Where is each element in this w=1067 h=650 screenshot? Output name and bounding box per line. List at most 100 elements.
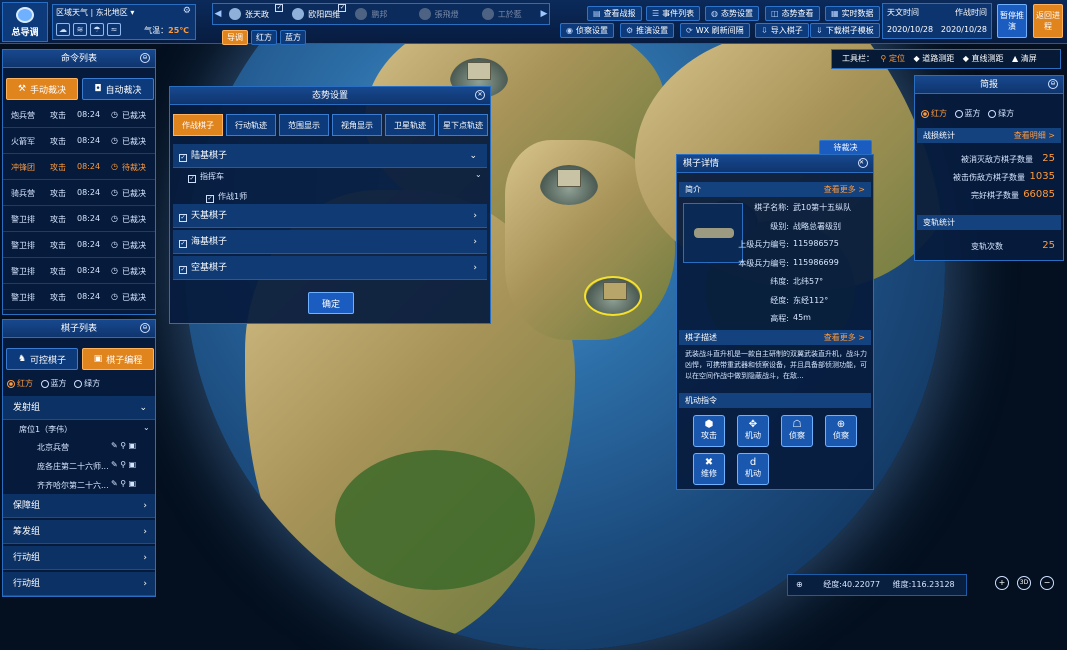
radio-green[interactable]: 绿方: [988, 108, 1014, 119]
rain-icon[interactable]: ☂: [90, 23, 104, 36]
zoom-out-icon[interactable]: −: [1040, 576, 1054, 590]
command-row[interactable]: 火箭军 攻击 08:24 ◷ 已裁决: [3, 128, 155, 154]
tab-combat-pieces[interactable]: 作战棋子: [173, 114, 223, 136]
radio-green[interactable]: 绿方: [74, 378, 100, 389]
checkbox[interactable]: ✓: [179, 266, 187, 274]
back-button[interactable]: 返回进程: [1033, 4, 1063, 38]
order-recon-button[interactable]: ☖ 侦察: [781, 415, 813, 447]
report-button[interactable]: ▤ 查看战报: [587, 6, 642, 21]
event-list-button[interactable]: ☰ 事件列表: [646, 6, 701, 21]
checkbox[interactable]: ✓: [206, 195, 214, 203]
chevron-right-icon[interactable]: ▶: [539, 9, 549, 19]
cloud-icon[interactable]: ☁: [56, 23, 70, 36]
tab-piece-programming[interactable]: ▣ 棋子编程: [82, 348, 154, 370]
3d-toggle-icon[interactable]: 3D: [1017, 576, 1031, 590]
player-item[interactable]: 張飛燈: [413, 4, 476, 24]
radio-blue[interactable]: 蓝方: [40, 378, 67, 389]
deduction-settings-button[interactable]: ⚙ 推演设置: [620, 23, 675, 38]
situation-settings-button[interactable]: ◍ 态势设置: [705, 6, 759, 21]
piece-action-icons[interactable]: ✎ ⚲ ▣: [111, 441, 136, 450]
download-template-button[interactable]: ⇓ 下载棋子模板: [810, 23, 880, 38]
tab-satellite-track[interactable]: 卫星轨迹: [385, 114, 435, 136]
player-item[interactable]: 鹏邦: [349, 4, 412, 24]
piece-action-icons[interactable]: ✎ ⚲ ▣: [111, 479, 136, 488]
crosshair-icon[interactable]: ⊕: [796, 580, 803, 589]
order-move-button[interactable]: ✥ 机动: [737, 415, 769, 447]
order-recon-button[interactable]: ⊕ 侦察: [825, 415, 857, 447]
group-launch[interactable]: 发射组 ⌄: [3, 396, 155, 420]
tab-range-display[interactable]: 范围显示: [279, 114, 329, 136]
group-prepare[interactable]: 筹发组 ›: [3, 520, 155, 544]
confirm-button[interactable]: 确定: [308, 292, 354, 314]
order-attack-button[interactable]: ⬢ 攻击: [693, 415, 725, 447]
tab-view-display[interactable]: 视角显示: [332, 114, 382, 136]
row-sea-pieces[interactable]: ✓ 海基棋子 ›: [173, 230, 487, 254]
tab-blue[interactable]: 蓝方: [280, 30, 306, 45]
situation-view-button[interactable]: ◫ 态势查看: [765, 6, 820, 21]
checkbox[interactable]: ✓: [188, 175, 196, 183]
group-action[interactable]: 行动组 ›: [3, 546, 155, 570]
chevron-down-icon[interactable]: ⌄: [143, 423, 150, 432]
line-measure-tool[interactable]: ◆ 直线测距: [963, 54, 1004, 63]
selected-helicopter-marker[interactable]: [584, 276, 642, 316]
close-icon[interactable]: ⊖: [140, 323, 150, 333]
radio-red[interactable]: 红方: [7, 378, 33, 389]
gear-icon[interactable]: ⚙: [183, 6, 191, 16]
recon-settings-button[interactable]: ◉ 侦察设置: [560, 23, 614, 38]
close-icon[interactable]: ✕: [858, 158, 868, 168]
group-action[interactable]: 行动组 ›: [3, 572, 155, 596]
piece-action-icons[interactable]: ✎ ⚲ ▣: [111, 460, 136, 469]
checkbox[interactable]: ✓: [275, 4, 284, 12]
tab-red[interactable]: 红方: [251, 30, 277, 45]
tab-controllable-pieces[interactable]: ♞ 可控棋子: [6, 348, 78, 370]
order-move-button[interactable]: d 机动: [737, 453, 769, 485]
more-link[interactable]: 查看更多 >: [824, 182, 865, 197]
checkbox[interactable]: ✓: [179, 240, 187, 248]
player-item[interactable]: 工於藍: [476, 4, 539, 24]
zoom-in-icon[interactable]: +: [995, 576, 1009, 590]
fog-icon[interactable]: ≋: [73, 23, 87, 36]
checkbox[interactable]: ✓: [338, 4, 347, 12]
order-repair-button[interactable]: ✖ 维修: [693, 453, 725, 485]
checkbox[interactable]: ✓: [179, 214, 187, 222]
chevron-left-icon[interactable]: ◀: [213, 9, 223, 19]
weather-region-select[interactable]: 东北地区: [96, 8, 128, 17]
checkbox[interactable]: ✓: [179, 154, 187, 162]
piece-unit-marker[interactable]: [540, 165, 598, 205]
command-row[interactable]: 冲锋团 攻击 08:24 ◷ 待裁决: [3, 154, 155, 180]
tab-action-track[interactable]: 行动轨迹: [226, 114, 276, 136]
row-air-pieces[interactable]: ✓ 空基棋子 ›: [173, 256, 487, 280]
command-row[interactable]: 警卫排 攻击 08:24 ◷ 已裁决: [3, 206, 155, 232]
group-support[interactable]: 保障组 ›: [3, 494, 155, 518]
command-row[interactable]: 警卫排 攻击 08:24 ◷ 已裁决: [3, 258, 155, 284]
command-row[interactable]: 炮兵营 攻击 08:24 ◷ 已裁决: [3, 102, 155, 128]
chevron-down-icon[interactable]: ⌄: [475, 170, 482, 179]
close-icon[interactable]: ⊖: [140, 53, 150, 63]
piece-child-item[interactable]: 北京兵营: [37, 442, 69, 453]
more-link[interactable]: 查看更多 >: [824, 330, 865, 345]
radio-red[interactable]: 红方: [921, 108, 947, 119]
close-icon[interactable]: ⊖: [1048, 79, 1058, 89]
tab-auto-judge[interactable]: ◘ 自动裁决: [82, 78, 154, 100]
detail-link[interactable]: 查看明细 >: [1014, 128, 1055, 143]
row-command-vehicle[interactable]: ✓ 指挥车: [188, 171, 224, 183]
piece-child-item[interactable]: 庞各庄第二十六师...: [37, 461, 109, 472]
import-pieces-button[interactable]: ⇩ 导入棋子: [755, 23, 809, 38]
realtime-data-button[interactable]: ▦ 实时数据: [825, 6, 880, 21]
tab-manual-judge[interactable]: ⚒ 手动裁决: [6, 78, 78, 100]
row-space-pieces[interactable]: ✓ 天基棋子 ›: [173, 204, 487, 228]
tab-director[interactable]: 导调: [222, 30, 248, 45]
player-item[interactable]: 张天政 ✓: [223, 4, 286, 24]
command-row[interactable]: 警卫排 攻击 08:24 ◷ 已裁决: [3, 232, 155, 258]
radio-blue[interactable]: 蓝方: [954, 108, 981, 119]
pause-button[interactable]: 暂停推演: [997, 4, 1027, 38]
command-row[interactable]: 警卫排 攻击 08:24 ◷ 已裁决: [3, 284, 155, 310]
road-measure-tool[interactable]: ◆ 道路测距: [914, 54, 955, 63]
seat-item[interactable]: 席位1（李伟）: [19, 424, 72, 435]
piece-child-item[interactable]: 齐齐哈尔第二十六...: [37, 480, 109, 491]
tab-subpoint-track[interactable]: 星下点轨迹: [438, 114, 488, 136]
row-land-pieces[interactable]: ✓ 陆基棋子 ⌄: [173, 144, 487, 168]
clear-tool[interactable]: ▲ 清屏: [1012, 54, 1037, 63]
row-division[interactable]: ✓ 作战1师: [206, 191, 247, 203]
command-row[interactable]: 骑兵营 攻击 08:24 ◷ 已裁决: [3, 180, 155, 206]
